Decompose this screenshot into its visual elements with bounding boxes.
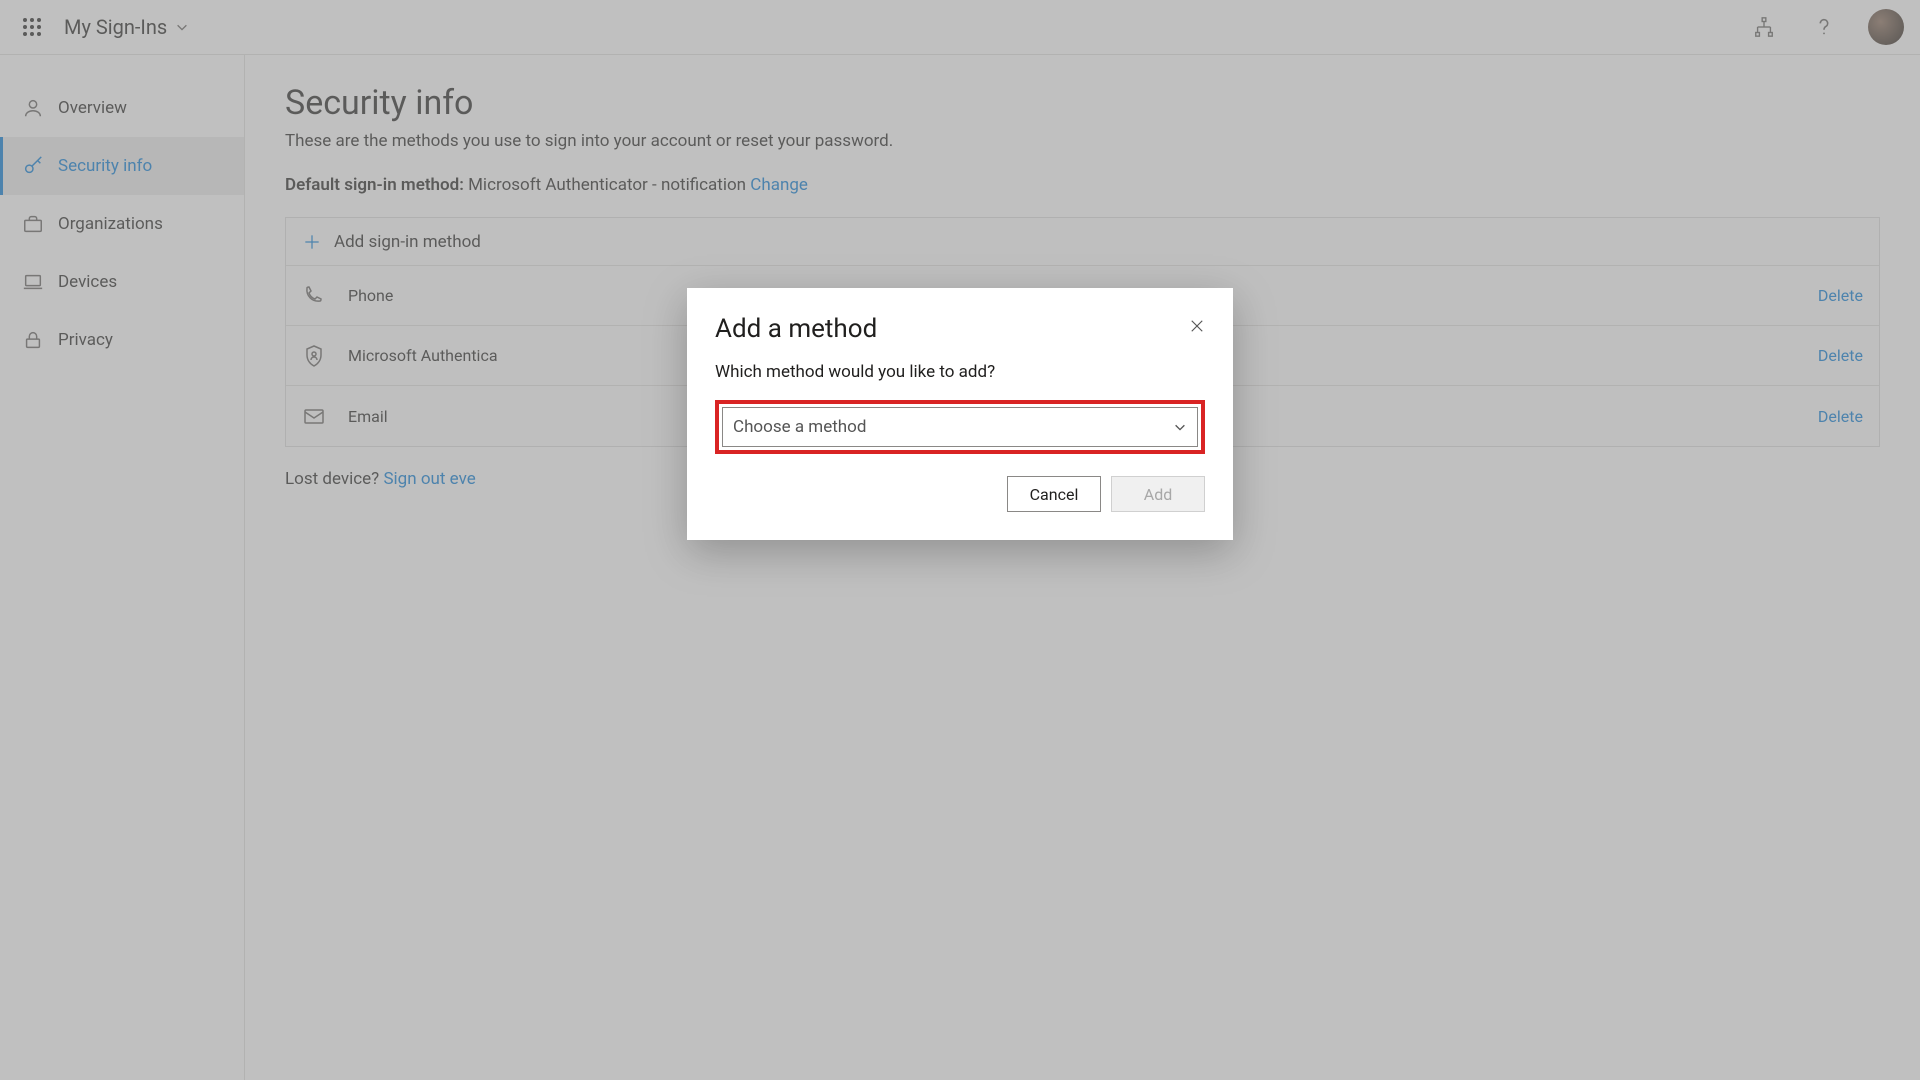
modal-overlay: Add a method Which method would you like… <box>0 0 1920 1080</box>
dialog-prompt: Which method would you like to add? <box>715 362 1205 382</box>
close-icon <box>1188 317 1206 335</box>
method-select[interactable]: Choose a method <box>722 407 1198 447</box>
close-button[interactable] <box>1183 312 1211 340</box>
method-select-placeholder: Choose a method <box>733 417 866 437</box>
highlight-box: Choose a method <box>715 400 1205 454</box>
cancel-button[interactable]: Cancel <box>1007 476 1101 512</box>
dialog-title: Add a method <box>715 314 1205 344</box>
add-button: Add <box>1111 476 1205 512</box>
dialog-actions: Cancel Add <box>715 476 1205 512</box>
chevron-down-icon <box>1173 420 1187 434</box>
add-method-dialog: Add a method Which method would you like… <box>687 288 1233 540</box>
